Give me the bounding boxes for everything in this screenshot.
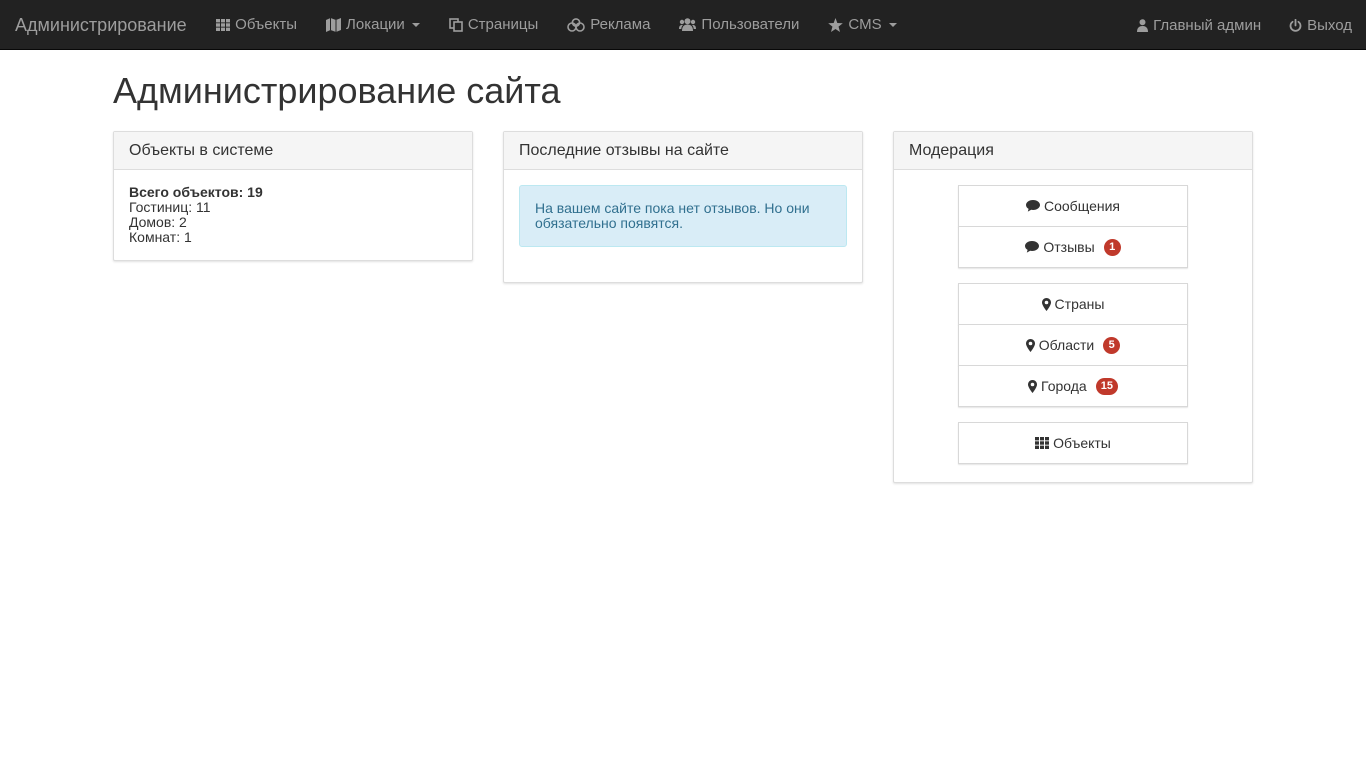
map-marker-icon [1041, 297, 1051, 311]
nav-item-label: Объекты [235, 16, 298, 33]
caret-down-icon [411, 22, 420, 27]
user-icon [1137, 18, 1149, 32]
nav-item-label: Пользователи [701, 16, 800, 33]
moderation-body: Сообщения Отзывы 1 Страны Области 5 Горо… [894, 170, 1252, 479]
comment-icon [1026, 200, 1040, 212]
nav-item-label: Главный админ [1153, 16, 1262, 34]
moderation-group-objects: Объекты [958, 422, 1188, 464]
nav-right: Главный админ Выход [1123, 0, 1366, 50]
nav-item-logout[interactable]: Выход [1275, 0, 1366, 50]
page-title: Администрирование сайта [113, 70, 561, 111]
no-reviews-alert: На вашем сайте пока нет отзывов. Но они … [519, 185, 847, 247]
reviews-badge: 1 [1103, 238, 1121, 256]
nav-item-label: CMS [848, 16, 882, 33]
map-marker-icon [1028, 379, 1038, 393]
reviews-label: Отзывы [1043, 239, 1095, 255]
panel-heading: Объекты в системе [114, 132, 472, 170]
nav-item-label: Локации [346, 16, 405, 33]
reviews-button[interactable]: Отзывы 1 [958, 226, 1188, 268]
nav-item-locations[interactable]: Локации [312, 0, 435, 50]
objects-houses: Домов: 2 [129, 214, 187, 230]
panel-heading: Последние отзывы на сайте [504, 132, 862, 170]
power-icon [1289, 18, 1302, 32]
cities-button[interactable]: Города 15 [958, 365, 1188, 407]
panels-row: Объекты в системе Всего объектов: 19 Гос… [113, 131, 1253, 483]
objects-rooms: Комнат: 1 [129, 229, 192, 245]
top-navbar: Администрирование Объекты Локации Страни… [0, 0, 1366, 50]
nav-item-cms[interactable]: CMS [814, 0, 911, 50]
nav-item-label: Реклама [590, 16, 651, 33]
objects-button[interactable]: Объекты [958, 422, 1188, 464]
grid-icon [1035, 437, 1050, 449]
comment-icon [1025, 241, 1040, 253]
regions-label: Области [1038, 337, 1095, 353]
countries-button[interactable]: Страны [958, 283, 1188, 325]
nav-item-ads[interactable]: Реклама [553, 0, 665, 50]
messages-label: Сообщения [1044, 198, 1120, 214]
nav-item-users[interactable]: Пользователи [665, 0, 814, 50]
objects-total: Всего объектов: 19 [129, 184, 263, 200]
nav-item-label: Страницы [467, 16, 539, 33]
objects-hotels: Гостиниц: 11 [129, 199, 211, 215]
reviews-panel: Последние отзывы на сайте На вашем сайте… [503, 131, 863, 283]
cities-badge: 15 [1095, 377, 1118, 395]
nav-item-objects[interactable]: Объекты [202, 0, 312, 50]
main-nav: Объекты Локации Страницы Реклама Пользов… [202, 0, 912, 50]
star-icon [828, 17, 844, 32]
nav-item-profile[interactable]: Главный админ [1123, 0, 1275, 50]
brand-link[interactable]: Администрирование [0, 0, 202, 50]
objects-label: Объекты [1053, 435, 1111, 451]
objects-stats: Всего объектов: 19 Гостиниц: 11 Домов: 2… [114, 170, 472, 260]
countries-label: Страны [1054, 296, 1105, 312]
cities-label: Города [1041, 378, 1087, 394]
objects-panel: Объекты в системе Всего объектов: 19 Гос… [113, 131, 473, 261]
moderation-panel: Модерация Сообщения Отзывы 1 Страны Обла… [893, 131, 1253, 483]
users-icon [679, 18, 697, 31]
copy-icon [449, 17, 463, 32]
reviews-body: На вашем сайте пока нет отзывов. Но они … [504, 170, 862, 282]
main-container: Администрирование сайта Объекты в систем… [98, 71, 1268, 483]
caret-down-icon [888, 22, 897, 27]
nav-item-pages[interactable]: Страницы [434, 0, 552, 50]
nav-item-label: Выход [1307, 16, 1352, 34]
moderation-group-locations: Страны Области 5 Города 15 [958, 283, 1188, 407]
map-icon [326, 17, 342, 32]
regions-button[interactable]: Области 5 [958, 324, 1188, 366]
regions-badge: 5 [1103, 336, 1121, 354]
map-marker-icon [1025, 338, 1035, 352]
moderation-group-feedback: Сообщения Отзывы 1 [958, 185, 1188, 268]
panel-heading: Модерация [894, 132, 1252, 170]
bitcoin-stack-icon [567, 17, 586, 32]
messages-button[interactable]: Сообщения [958, 185, 1188, 227]
grid-icon [216, 18, 231, 31]
